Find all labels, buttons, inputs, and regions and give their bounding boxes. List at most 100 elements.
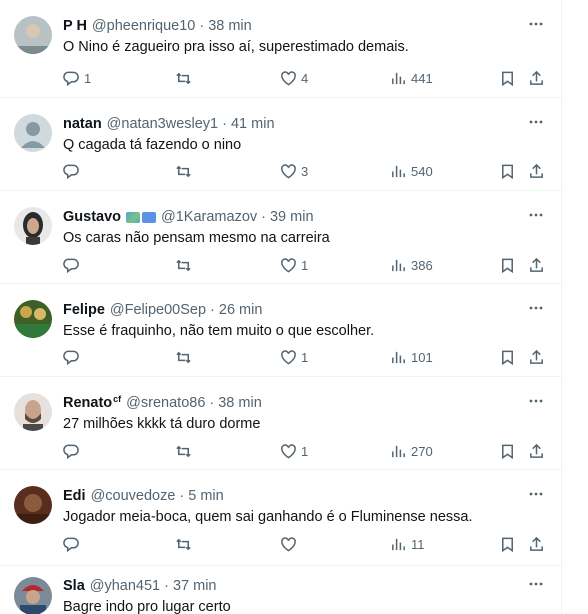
display-name[interactable]: Renato [63,393,112,413]
views-count: 270 [411,443,433,459]
views-icon [392,351,405,363]
retweet-button[interactable] [175,161,192,181]
display-name[interactable]: Edi [63,486,86,506]
retweet-button[interactable] [175,534,192,554]
reply-button[interactable] [63,441,80,461]
retweet-button[interactable] [175,441,192,461]
handle[interactable]: @pheenrique10 [92,16,195,36]
more-options-icon[interactable] [526,484,546,504]
tweet-card[interactable]: natan @natan3wesley1 · 41 min Q cagada t… [0,98,561,191]
handle[interactable]: @srenato86 [126,393,205,413]
views-count: 11 [411,536,425,552]
retweet-icon [176,538,191,550]
separator: · [222,116,227,132]
more-options-icon[interactable] [526,14,546,34]
display-name[interactable]: Felipe [63,300,105,320]
share-button[interactable] [528,347,545,367]
separator: · [210,302,215,318]
bookmark-button[interactable] [499,534,516,554]
retweet-button[interactable] [175,347,192,367]
share-button[interactable] [528,161,545,181]
avatar[interactable] [14,300,52,338]
share-icon [530,70,543,85]
timestamp[interactable]: 37 min [173,576,217,596]
share-button[interactable] [528,534,545,554]
like-button[interactable]: 1 [280,255,308,275]
tweet-card[interactable]: Edi @couvedoze · 5 min Jogador meia-boca… [0,470,561,566]
bookmark-button[interactable] [499,68,516,88]
share-button[interactable] [528,255,545,275]
bookmark-icon [502,537,513,552]
display-name[interactable]: natan [63,114,102,134]
retweet-button[interactable] [175,255,192,275]
avatar[interactable] [14,577,52,614]
retweet-button[interactable] [175,68,192,88]
views-button[interactable]: 540 [390,161,433,181]
share-button[interactable] [528,441,545,461]
timestamp[interactable]: 38 min [208,16,252,36]
views-button[interactable]: 441 [390,68,433,88]
reply-icon [63,444,79,459]
timestamp[interactable]: 38 min [218,393,262,413]
bookmark-button[interactable] [499,347,516,367]
views-button[interactable]: 386 [390,255,433,275]
avatar[interactable] [14,486,52,524]
reply-button[interactable] [63,534,80,554]
handle[interactable]: @1Karamazov [161,207,257,227]
reply-button[interactable] [63,255,80,275]
views-count: 441 [411,70,433,86]
views-button[interactable]: 11 [390,534,425,554]
views-button[interactable]: 270 [390,441,433,461]
like-count: 1 [301,257,309,273]
views-icon [392,165,405,177]
avatar[interactable] [14,114,52,152]
reply-button[interactable] [63,161,80,181]
display-name[interactable]: P H [63,16,87,36]
tweet-card[interactable]: Gustavo @1Karamazov · 39 min Os caras nã… [0,191,561,284]
more-options-icon[interactable] [526,112,546,132]
more-options-icon[interactable] [526,298,546,318]
like-button[interactable]: 4 [280,68,308,88]
views-count: 386 [411,257,433,273]
avatar[interactable] [14,16,52,54]
timestamp[interactable]: 39 min [270,207,314,227]
like-button[interactable]: 3 [280,161,308,181]
avatar[interactable] [14,393,52,431]
more-options-icon[interactable] [526,574,546,594]
timestamp[interactable]: 26 min [219,300,263,320]
like-count: 1 [301,349,309,365]
timestamp[interactable]: 5 min [188,486,223,506]
tweet-card[interactable]: P H @pheenrique10 · 38 min O Nino é zagu… [0,0,561,98]
handle[interactable]: @Felipe00Sep [110,300,206,320]
timestamp[interactable]: 41 min [231,114,275,134]
more-options-icon[interactable] [526,205,546,225]
handle[interactable]: @yhan451 [90,576,160,596]
more-options-icon[interactable] [526,391,546,411]
bookmark-button[interactable] [499,441,516,461]
bookmark-button[interactable] [499,161,516,181]
handle[interactable]: @natan3wesley1 [107,114,218,134]
display-name[interactable]: Gustavo [63,207,121,227]
tweet-text: Bagre indo pro lugar certo [63,599,231,614]
reply-button[interactable] [63,347,80,367]
like-button[interactable] [280,534,297,554]
like-button[interactable]: 1 [280,441,308,461]
handle[interactable]: @couvedoze [91,486,176,506]
avatar[interactable] [14,207,52,245]
like-button[interactable]: 1 [280,347,308,367]
bookmark-icon [502,258,513,273]
bookmark-button[interactable] [499,255,516,275]
map-emoji-badge [126,211,141,223]
share-button[interactable] [528,68,545,88]
reply-button[interactable]: 1 [63,68,91,88]
views-button[interactable]: 101 [390,347,433,367]
tweet-card[interactable]: Sla @yhan451 · 37 min Bagre indo pro lug… [0,566,561,614]
tweet-text: O Nino é zagueiro pra isso aí, superesti… [63,39,409,55]
tweet-card[interactable]: Renato cf @srenato86 · 38 min 27 milhões … [0,377,561,470]
heart-icon [281,70,296,86]
tweet-card[interactable]: Felipe @Felipe00Sep · 26 min Esse é fraq… [0,284,561,377]
heart-icon [281,349,296,365]
display-name[interactable]: Sla [63,576,85,596]
separator: · [199,18,205,34]
bookmark-icon [502,71,513,86]
